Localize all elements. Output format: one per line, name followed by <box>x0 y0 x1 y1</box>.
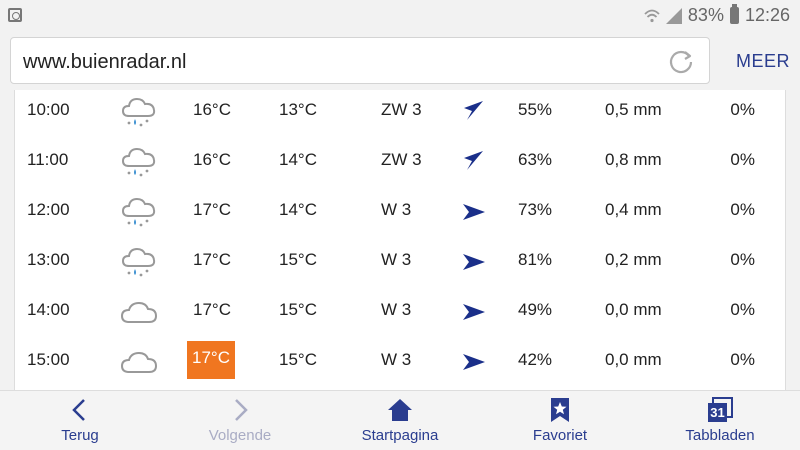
temperature: 16°C <box>193 100 231 119</box>
humidity: 63% <box>518 150 553 169</box>
clock: 12:26 <box>744 5 790 25</box>
precipitation: 0,0 mm <box>605 350 662 369</box>
nav-label: Favoriet <box>532 427 588 444</box>
feels-like-temperature: 15°C <box>279 350 317 369</box>
hour: 11:00 <box>27 150 69 169</box>
nav-startpagina[interactable]: Startpagina <box>340 391 460 450</box>
forecast-row: 12:00 17°C 14°C W 3 73% 0,4 mm 0% <box>15 190 785 240</box>
cloud-icon <box>119 342 159 382</box>
battery-percent: 83% <box>687 5 724 25</box>
temperature: 17°C <box>193 250 231 269</box>
wind-force: W 3 <box>381 350 412 369</box>
temperature: 17°C <box>187 341 235 379</box>
nav-volgende[interactable]: Volgende <box>180 391 300 450</box>
arrow-east-icon <box>461 348 487 374</box>
bookmark-star-icon <box>547 397 573 423</box>
feels-like-temperature: 15°C <box>279 250 317 269</box>
cloud-rain-icon <box>119 192 159 232</box>
forecast-row: 13:00 17°C 15°C W 3 81% 0,2 mm 0% <box>15 240 785 290</box>
temperature: 16°C <box>193 150 231 169</box>
temperature: 17°C <box>193 300 231 319</box>
hour: 10:00 <box>27 100 70 119</box>
forecast-row: 10:00 16°C 13°C ZW 3 55% 0,5 mm 0% <box>15 90 785 140</box>
cloud-rain-icon <box>119 92 159 132</box>
tab-count-badge: 31 <box>710 405 725 420</box>
rain-chance: 0% <box>730 150 755 169</box>
rain-chance: 0% <box>730 350 755 369</box>
precipitation: 0,5 mm <box>605 100 662 119</box>
precipitation: 0,8 mm <box>605 150 662 169</box>
humidity: 42% <box>518 350 553 369</box>
bottom-nav: Terug Volgende Startpagina Favoriet 31 Tabbla… <box>0 390 800 450</box>
rain-chance: 0% <box>730 250 755 269</box>
screenshot-notification-icon <box>8 8 22 22</box>
wind-force: ZW 3 <box>381 100 422 119</box>
url-text[interactable]: www.buienradar.nl <box>23 51 186 74</box>
wifi-icon <box>644 9 660 22</box>
cloud-icon <box>119 292 159 332</box>
arrow-northeast-icon <box>461 98 487 124</box>
humidity: 81% <box>518 250 553 269</box>
cloud-rain-icon <box>119 142 159 182</box>
chevron-left-icon <box>67 397 93 423</box>
arrow-northeast-icon <box>461 148 487 174</box>
cloud-rain-icon <box>119 242 159 282</box>
temperature: 17°C <box>193 200 231 219</box>
rain-chance: 0% <box>730 300 755 319</box>
status-indicators: 83% 12:26 <box>644 4 790 26</box>
arrow-east-icon <box>461 248 487 274</box>
url-field[interactable]: www.buienradar.nl <box>10 37 710 84</box>
forecast-row: 15:00 17°C 15°C W 3 42% 0,0 mm 0% <box>15 340 785 390</box>
hour: 13:00 <box>27 250 70 269</box>
address-bar: www.buienradar.nl <box>0 32 800 90</box>
arrow-east-icon <box>461 198 487 224</box>
humidity: 55% <box>518 100 553 119</box>
humidity: 49% <box>518 300 553 319</box>
wind-force: W 3 <box>381 300 412 319</box>
reload-icon[interactable] <box>667 47 695 75</box>
tabs-icon: 31 <box>707 397 733 423</box>
precipitation: 0,4 mm <box>605 200 662 219</box>
nav-label: Startpagina <box>361 427 439 444</box>
nav-label: Terug <box>61 427 99 444</box>
feels-like-temperature: 15°C <box>279 300 317 319</box>
hour: 15:00 <box>27 350 70 369</box>
hour: 14:00 <box>27 300 70 319</box>
more-menu-button[interactable]: MEER <box>736 51 790 72</box>
forecast-row: 14:00 17°C 15°C W 3 49% 0,0 mm 0% <box>15 290 785 340</box>
nav-favoriet[interactable]: Favoriet <box>500 391 620 450</box>
status-bar: 83% 12:26 <box>0 0 800 32</box>
precipitation: 0,0 mm <box>605 300 662 319</box>
nav-tabbladen[interactable]: 31 Tabbladen <box>660 391 780 450</box>
feels-like-temperature: 13°C <box>279 100 317 119</box>
arrow-east-icon <box>461 298 487 324</box>
feels-like-temperature: 14°C <box>279 150 317 169</box>
hour: 12:00 <box>27 200 70 219</box>
rain-chance: 0% <box>730 200 755 219</box>
forecast-row: 11:00 16°C 14°C ZW 3 63% 0,8 mm 0% <box>15 140 785 190</box>
humidity: 73% <box>518 200 553 219</box>
nav-label: Tabbladen <box>685 427 755 444</box>
wind-force: ZW 3 <box>381 150 422 169</box>
wind-force: W 3 <box>381 200 412 219</box>
feels-like-temperature: 14°C <box>279 200 317 219</box>
precipitation: 0,2 mm <box>605 250 662 269</box>
nav-label: Volgende <box>208 427 272 444</box>
rain-chance: 0% <box>730 100 755 119</box>
wind-force: W 3 <box>381 250 412 269</box>
home-icon <box>387 397 413 423</box>
signal-icon <box>665 7 682 24</box>
nav-terug[interactable]: Terug <box>20 391 140 450</box>
battery-icon <box>729 4 739 24</box>
chevron-right-icon <box>227 397 253 423</box>
forecast-table: 10:00 16°C 13°C ZW 3 55% 0,5 mm 0% 11:00 16°C 14°… <box>14 90 786 390</box>
